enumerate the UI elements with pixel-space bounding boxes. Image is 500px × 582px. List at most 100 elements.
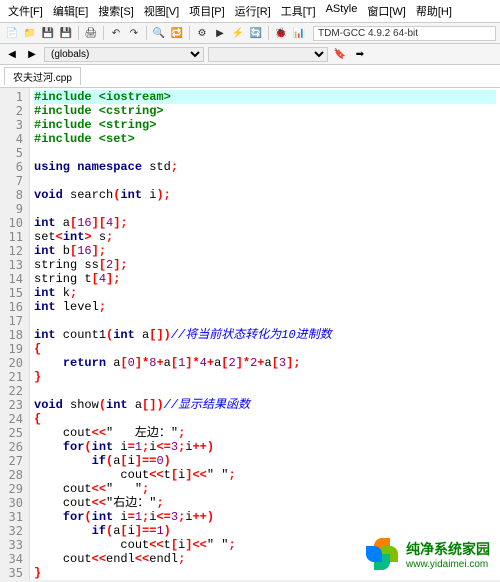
code-text: cout (120, 538, 149, 552)
line-number: 24 (2, 412, 23, 426)
code-text (214, 538, 221, 552)
code-editor[interactable]: 1 2 3 4 5 6 7 8 9 10 11 12 13 14 15 16 1… (0, 88, 500, 580)
forward-icon[interactable]: ▶ (24, 46, 40, 62)
code-text: if (92, 524, 106, 538)
code-text: endl (106, 552, 135, 566)
code-text: int (92, 440, 114, 454)
code-text: a (135, 328, 149, 342)
code-text: cout (63, 426, 92, 440)
menu-tools[interactable]: 工具[T] (277, 2, 320, 20)
debug-icon[interactable]: 🐞 (273, 25, 289, 41)
code-text: 3 (171, 510, 178, 524)
line-number: 20 (2, 356, 23, 370)
menu-view[interactable]: 视图[V] (140, 2, 183, 20)
code-text: a (56, 216, 70, 230)
menu-search[interactable]: 搜索[S] (94, 2, 137, 20)
code-text: using (34, 160, 70, 174)
menu-help[interactable]: 帮助[H] (412, 2, 456, 20)
line-number: 21 (2, 370, 23, 384)
find-icon[interactable]: 🔍 (151, 25, 167, 41)
line-number: 35 (2, 566, 23, 580)
code-text: int (92, 510, 114, 524)
line-number: 14 (2, 272, 23, 286)
code-text: std (142, 160, 171, 174)
code-text: s (92, 230, 106, 244)
code-text: string ss (34, 258, 99, 272)
code-text: cout (63, 496, 92, 510)
redo-icon[interactable]: ↷ (126, 25, 142, 41)
new-file-icon[interactable]: 📄 (4, 25, 20, 41)
scope-select[interactable]: (globals) (44, 47, 204, 62)
watermark-url: www.yidaimei.com (406, 559, 490, 570)
code-text: set (34, 230, 56, 244)
bookmark-icon[interactable]: 🔖 (332, 46, 348, 62)
tab-bar: 农夫过河.cpp (0, 65, 500, 88)
line-number: 23 (2, 398, 23, 412)
menu-file[interactable]: 文件[F] (4, 2, 47, 20)
code-text: //显示结果函数 (164, 398, 250, 412)
profile-icon[interactable]: 📊 (291, 25, 307, 41)
code-text: 右边： (113, 496, 149, 510)
line-number: 29 (2, 482, 23, 496)
open-icon[interactable]: 📁 (22, 25, 38, 41)
code-text: 3 (171, 440, 178, 454)
code-text: for (63, 440, 85, 454)
back-icon[interactable]: ◀ (4, 46, 20, 62)
compile-run-icon[interactable]: ⚡ (230, 25, 246, 41)
line-number: 9 (2, 202, 23, 216)
print-icon[interactable]: 🖨 (83, 25, 99, 41)
watermark-logo-icon (364, 536, 400, 572)
code-area[interactable]: #include <iostream> #include <cstring> #… (30, 88, 500, 580)
code-text: int (34, 216, 56, 230)
line-number: 16 (2, 300, 23, 314)
line-number: 27 (2, 454, 23, 468)
menu-run[interactable]: 运行[R] (231, 2, 275, 20)
line-number: 33 (2, 538, 23, 552)
undo-icon[interactable]: ↶ (108, 25, 124, 41)
run-icon[interactable]: ▶ (212, 25, 228, 41)
file-tab[interactable]: 农夫过河.cpp (4, 67, 81, 85)
watermark: 纯净系统家园 www.yidaimei.com (364, 536, 490, 572)
replace-icon[interactable]: 🔁 (169, 25, 185, 41)
separator (103, 26, 104, 40)
member-select[interactable] (208, 47, 328, 62)
save-icon[interactable]: 💾 (40, 25, 56, 41)
code-text: 0 (128, 356, 135, 370)
code-text: #include <cstring> (34, 104, 164, 118)
line-number: 34 (2, 552, 23, 566)
code-text: k (56, 286, 70, 300)
menu-edit[interactable]: 编辑[E] (49, 2, 92, 20)
code-text: i (113, 510, 127, 524)
code-text: 1 (135, 510, 142, 524)
code-text: if (92, 454, 106, 468)
goto-icon[interactable]: ➡ (352, 46, 368, 62)
line-number: 22 (2, 384, 23, 398)
code-text: void (34, 398, 63, 412)
code-text: int (34, 328, 56, 342)
code-text (214, 468, 221, 482)
separator (268, 26, 269, 40)
line-number: 4 (2, 132, 23, 146)
code-text: cout (63, 482, 92, 496)
code-text: int (34, 300, 56, 314)
line-number: 32 (2, 524, 23, 538)
watermark-title: 纯净系统家园 (406, 539, 490, 559)
compile-icon[interactable]: ⚙ (194, 25, 210, 41)
code-text: #include <set> (34, 132, 135, 146)
menu-astyle[interactable]: AStyle (322, 2, 362, 20)
menu-project[interactable]: 项目[P] (185, 2, 228, 20)
scope-toolbar: ◀ ▶ (globals) 🔖 ➡ (0, 44, 500, 65)
save-all-icon[interactable]: 💾 (58, 25, 74, 41)
separator (189, 26, 190, 40)
code-text: i (142, 188, 156, 202)
line-number: 18 (2, 328, 23, 342)
code-text: string t (34, 272, 92, 286)
line-gutter: 1 2 3 4 5 6 7 8 9 10 11 12 13 14 15 16 1… (0, 88, 30, 580)
code-text: t (164, 468, 171, 482)
compiler-select[interactable]: TDM-GCC 4.9.2 64-bit (313, 26, 496, 41)
code-text: int (120, 188, 142, 202)
rebuild-icon[interactable]: 🔄 (248, 25, 264, 41)
separator (78, 26, 79, 40)
separator (146, 26, 147, 40)
menu-window[interactable]: 窗口[W] (363, 2, 410, 20)
